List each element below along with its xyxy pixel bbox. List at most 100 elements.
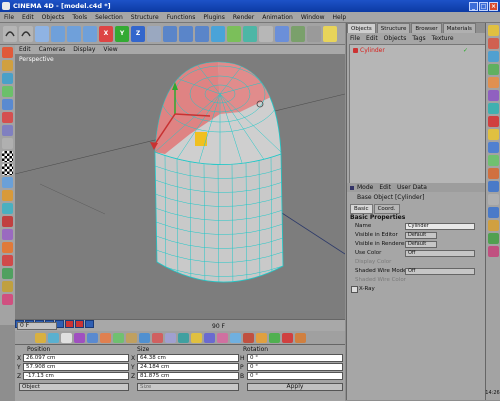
- magnet-icon[interactable]: [2, 242, 13, 253]
- layout-icon[interactable]: [488, 233, 499, 244]
- layout-icon[interactable]: [488, 168, 499, 179]
- visibility-dots[interactable]: ✓: [463, 47, 468, 54]
- cube-object-icon[interactable]: [211, 25, 225, 42]
- redo-icon[interactable]: [19, 25, 33, 42]
- minimize-icon[interactable]: _: [469, 1, 478, 11]
- layout-icon[interactable]: [488, 220, 499, 231]
- menu-structure[interactable]: Structure: [127, 14, 163, 21]
- om-menu-file[interactable]: File: [347, 35, 363, 42]
- menu-animation[interactable]: Animation: [258, 14, 297, 21]
- menu-tools[interactable]: Tools: [68, 14, 91, 21]
- advanced-render-icon[interactable]: [269, 332, 280, 343]
- name-field[interactable]: Cylinder: [405, 223, 475, 230]
- bodypaint-icon[interactable]: [230, 332, 241, 343]
- bones-icon[interactable]: [165, 332, 176, 343]
- om-menu-tags[interactable]: Tags: [409, 35, 428, 42]
- rotation-h-field[interactable]: 0 °: [247, 354, 343, 362]
- tab-objects[interactable]: Objects: [347, 23, 376, 33]
- render-settings-icon[interactable]: [195, 25, 209, 42]
- layout-icon[interactable]: [488, 25, 499, 36]
- array-icon[interactable]: [243, 25, 257, 42]
- size-y-field[interactable]: 24.184 cm: [137, 363, 239, 371]
- thinking-particles-icon[interactable]: [191, 332, 202, 343]
- use-model-tool-icon[interactable]: [2, 47, 13, 58]
- layout-icon[interactable]: [488, 90, 499, 101]
- tab-browser[interactable]: Browser: [411, 23, 442, 33]
- x-axis-icon[interactable]: X: [99, 25, 113, 42]
- light-icon[interactable]: [323, 25, 337, 42]
- size-x-field[interactable]: 64.38 cm: [137, 354, 239, 362]
- layout-icon[interactable]: [488, 129, 499, 140]
- current-frame-field[interactable]: 0 F: [17, 322, 57, 330]
- scale-key-icon[interactable]: [48, 332, 59, 343]
- shaded-wire-mode-select[interactable]: Off: [405, 268, 475, 275]
- viewport-menu-view[interactable]: View: [99, 46, 121, 53]
- menu-file[interactable]: File: [0, 14, 18, 21]
- tab-basic[interactable]: Basic: [350, 204, 373, 214]
- layout-icon[interactable]: [488, 77, 499, 88]
- menu-window[interactable]: Window: [297, 14, 329, 21]
- scene-icon[interactable]: [291, 25, 305, 42]
- brush-icon[interactable]: [2, 229, 13, 240]
- layout-icon[interactable]: [488, 207, 499, 218]
- layout-icon[interactable]: [488, 155, 499, 166]
- size-z-field[interactable]: 81.875 cm: [137, 372, 239, 380]
- move-icon[interactable]: [51, 25, 65, 42]
- am-menu-edit[interactable]: Edit: [376, 184, 394, 191]
- layout-icon[interactable]: [488, 116, 499, 127]
- z-axis-icon[interactable]: Z: [131, 25, 145, 42]
- checker-texture-icon[interactable]: [2, 164, 13, 175]
- menu-objects[interactable]: Objects: [38, 14, 69, 21]
- deformer-icon[interactable]: [275, 25, 289, 42]
- menu-help[interactable]: Help: [329, 14, 351, 21]
- rotate-icon[interactable]: [83, 25, 97, 42]
- close-icon[interactable]: ×: [489, 1, 498, 11]
- mograph-icon[interactable]: [282, 332, 293, 343]
- knife-icon[interactable]: [2, 255, 13, 266]
- position-y-field[interactable]: 57.908 cm: [23, 363, 129, 371]
- use-point-tool-icon[interactable]: [2, 86, 13, 97]
- help-icon[interactable]: [295, 332, 306, 343]
- layout-icon[interactable]: [488, 103, 499, 114]
- keyframe-icon[interactable]: [85, 320, 94, 328]
- object-item-cylinder[interactable]: Cylinder ✓: [353, 47, 468, 54]
- am-menu-mode[interactable]: Mode: [354, 184, 376, 191]
- position-z-field[interactable]: -17.13 cm: [23, 372, 129, 380]
- layout-icon[interactable]: [488, 64, 499, 75]
- material-icon[interactable]: [100, 332, 111, 343]
- use-polygon-tool-icon[interactable]: [2, 112, 13, 123]
- apply-button[interactable]: Apply: [247, 383, 343, 391]
- lock-icon[interactable]: [2, 216, 13, 227]
- menu-selection[interactable]: Selection: [91, 14, 127, 21]
- xpresso-icon[interactable]: [204, 332, 215, 343]
- menu-edit[interactable]: Edit: [18, 14, 38, 21]
- texture-icon[interactable]: [113, 332, 124, 343]
- mocca-icon[interactable]: [152, 332, 163, 343]
- layout-icon[interactable]: [488, 51, 499, 62]
- undo-icon[interactable]: [3, 25, 17, 42]
- check-icon[interactable]: ✓: [463, 47, 468, 54]
- maximize-icon[interactable]: □: [479, 1, 488, 11]
- use-edge-tool-icon[interactable]: [2, 99, 13, 110]
- coordinate-system-icon[interactable]: [147, 25, 161, 42]
- quantize-icon[interactable]: [2, 203, 13, 214]
- viewport-menu-display[interactable]: Display: [69, 46, 99, 53]
- layout-icon[interactable]: [488, 142, 499, 153]
- rotation-p-field[interactable]: 0 °: [247, 363, 343, 371]
- menu-render[interactable]: Render: [229, 14, 258, 21]
- y-axis-icon[interactable]: Y: [115, 25, 129, 42]
- parameter-key-icon[interactable]: [74, 332, 85, 343]
- layout-icon[interactable]: [488, 38, 499, 49]
- menu-functions[interactable]: Functions: [163, 14, 200, 21]
- perspective-viewport[interactable]: Perspective: [15, 54, 345, 319]
- cloth-icon[interactable]: [178, 332, 189, 343]
- visible-in-editor-select[interactable]: Default: [405, 232, 437, 239]
- hair-icon[interactable]: [126, 332, 137, 343]
- scale-icon[interactable]: [67, 25, 81, 42]
- layout-icon[interactable]: [488, 194, 499, 205]
- live-selection-icon[interactable]: [35, 25, 49, 42]
- tab-materials[interactable]: Materials: [442, 23, 476, 33]
- tab-coord[interactable]: Coord.: [373, 204, 400, 214]
- rotation-b-field[interactable]: 0 °: [247, 372, 343, 380]
- snap-icon[interactable]: [2, 177, 13, 188]
